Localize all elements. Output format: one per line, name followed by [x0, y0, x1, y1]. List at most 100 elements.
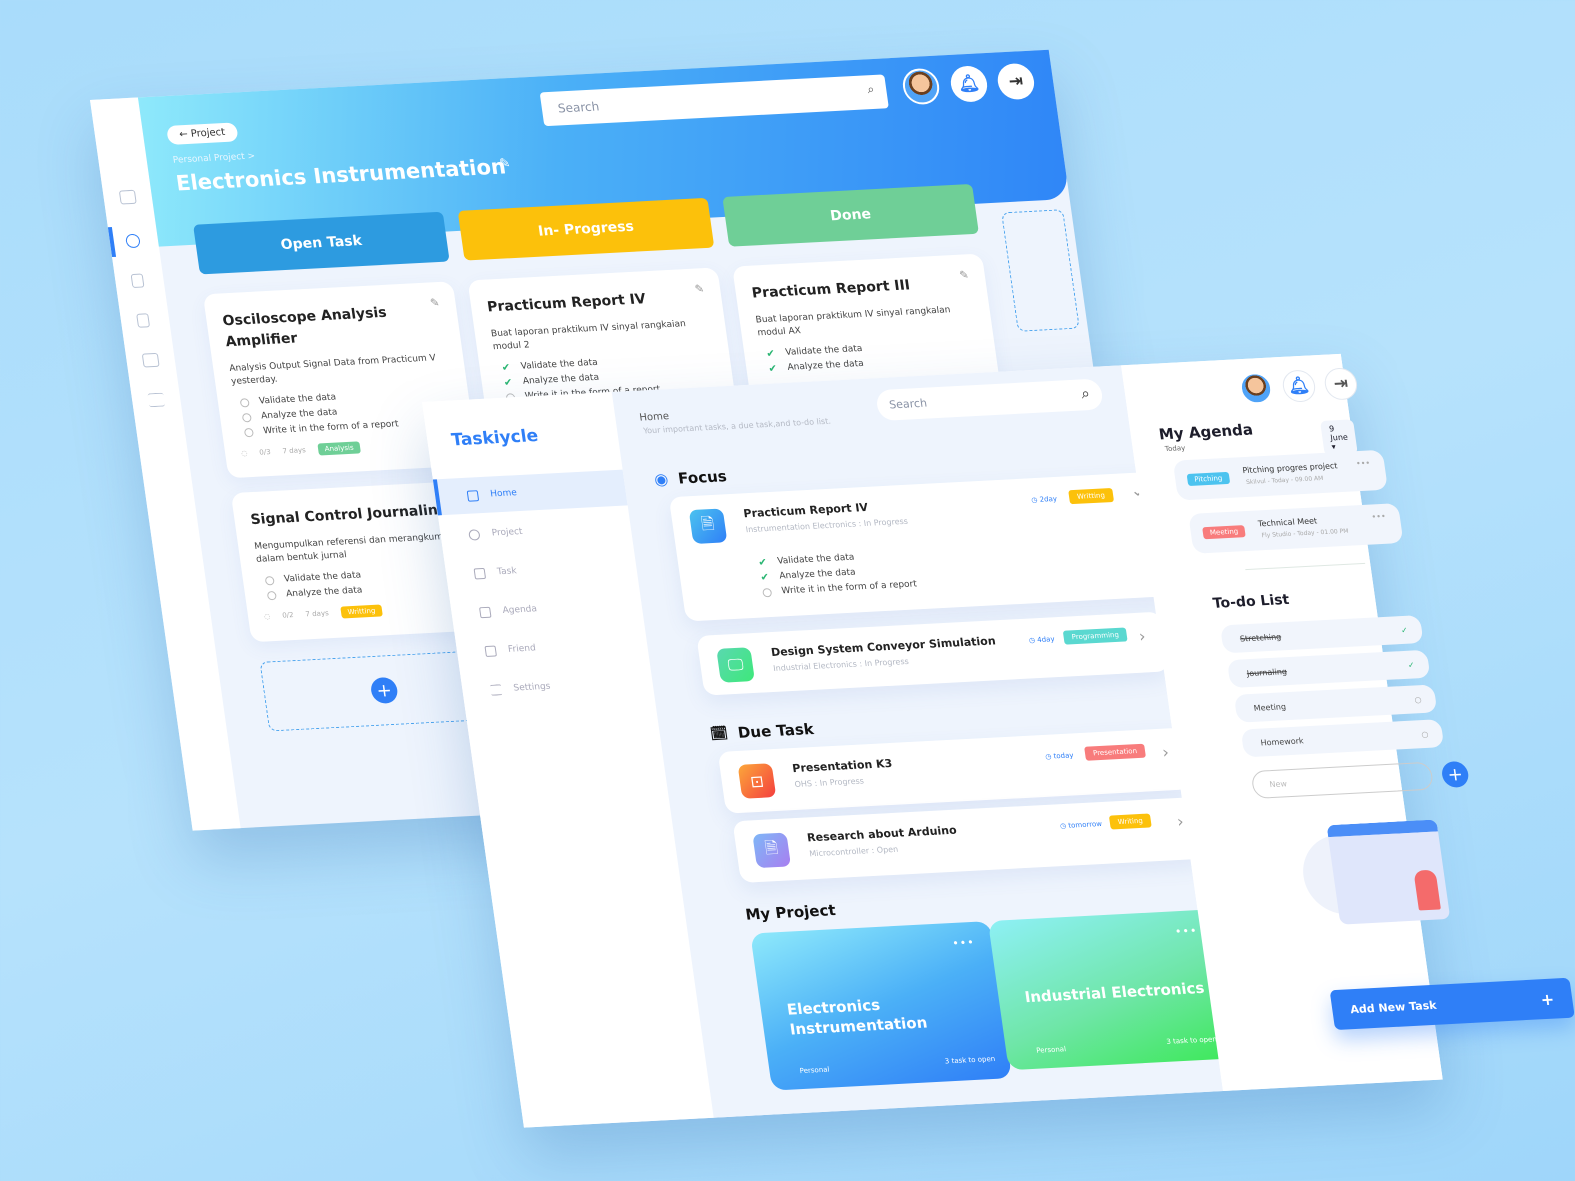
avatar[interactable]: [900, 67, 942, 106]
check-icon: ✓: [1400, 625, 1409, 635]
focus-heading: ◉ Focus: [653, 466, 728, 489]
new-todo-input[interactable]: New: [1250, 761, 1435, 799]
task-title: Presentation K3: [791, 756, 894, 776]
text: 4day: [1036, 635, 1056, 645]
active-indicator: [107, 227, 117, 258]
due-task-card[interactable]: 🗎︎ Research about Arduino Microcontrolle…: [732, 796, 1206, 883]
text: Analyze the data: [786, 359, 865, 374]
project-name: Industrial Electronics: [1023, 978, 1206, 1007]
sidebar-item-agenda[interactable]: Agenda: [449, 586, 644, 632]
plus-icon: +: [1539, 989, 1556, 1009]
todo-item[interactable]: Journaling ✓: [1226, 649, 1431, 689]
back-button[interactable]: ← Project: [166, 122, 239, 145]
text: Journaling: [1246, 666, 1288, 678]
presentation-icon: ⊡: [737, 763, 777, 799]
task-subtitle: OHS : In Progress: [794, 776, 865, 789]
todo-item[interactable]: Homework ○: [1240, 719, 1445, 758]
agenda-item[interactable]: Meeting Technical Meet Fly Studio - Toda…: [1188, 503, 1404, 554]
bell-icon[interactable]: 🔔︎: [1280, 369, 1318, 403]
card-desc: Buat laporan praktikum IV sinyal rangkai…: [490, 319, 687, 352]
todo-item[interactable]: Stretching ✓: [1219, 615, 1424, 654]
text: Add New Task: [1349, 998, 1438, 1016]
checklist: ✔ Validate the data ✔ Analyze the data Wri…: [751, 545, 918, 603]
project-type: Personal: [799, 1065, 831, 1076]
task-title: Research about Arduino: [806, 823, 958, 845]
text: [762, 587, 773, 597]
logout-icon[interactable]: ⇥: [1322, 367, 1360, 401]
text: ✔: [759, 571, 770, 583]
text: [239, 397, 250, 408]
card-title: Practicum Report IV: [486, 291, 647, 316]
search-icon[interactable]: ⌕: [1080, 384, 1091, 402]
tag-badge: Presentation: [1084, 743, 1146, 761]
text: ✔: [767, 363, 778, 375]
project-card[interactable]: ••• Industrial Electronics Personal 3 ta…: [987, 909, 1234, 1071]
search-placeholder: Search: [888, 396, 928, 412]
dashboard-icon[interactable]: [118, 189, 137, 205]
logout-icon[interactable]: ⇥: [995, 62, 1037, 101]
compass-icon: [468, 528, 481, 541]
text: Stretching: [1239, 631, 1282, 643]
due-label: ◷ today: [1044, 751, 1075, 761]
card-title: Osciloscope Analysis Amplifier: [221, 304, 388, 351]
text: ✔: [501, 362, 512, 374]
text: ✔: [503, 377, 514, 389]
text: [243, 427, 254, 438]
text: Friend: [507, 643, 537, 655]
agenda-item[interactable]: Pitching Pitching progres project Skilvu…: [1172, 449, 1388, 501]
focus-task-card[interactable]: 🖵︎ Design System Conveyor Simulation Ind…: [696, 611, 1170, 696]
due-label: ◷ 2day: [1030, 494, 1058, 505]
text: Validate the data: [258, 392, 337, 407]
task-subtitle: Microcontroller : Open: [808, 844, 899, 859]
sidebar-item-home[interactable]: Home: [432, 469, 628, 516]
clipboard-icon[interactable]: [130, 273, 145, 289]
sidebar-item-friend[interactable]: Friend: [455, 625, 650, 671]
sidebar-item-settings[interactable]: Settings: [460, 663, 655, 709]
tag-badge: Analysis: [316, 441, 362, 456]
edit-icon[interactable]: ✎: [694, 282, 705, 295]
edit-icon[interactable]: ✎: [429, 296, 440, 309]
board-search-input[interactable]: Search ⌕: [539, 74, 889, 127]
report-icon: 🗎︎: [688, 508, 728, 544]
focus-task-card[interactable]: 🗎︎ Practicum Report IV Instrumentation E…: [668, 471, 1176, 622]
report-icon: 🗎︎: [752, 832, 792, 869]
agenda-item-title: Technical Meet: [1257, 516, 1318, 529]
add-column-placeholder[interactable]: [1001, 209, 1080, 332]
bell-icon[interactable]: 🔔︎: [948, 65, 990, 103]
friend-icon[interactable]: [141, 352, 160, 368]
edit-icon[interactable]: ✎: [959, 268, 970, 281]
settings-icon[interactable]: [147, 392, 166, 408]
search-input[interactable]: Search ⌕: [875, 378, 1105, 422]
more-icon[interactable]: •••: [951, 936, 975, 950]
clipboard-icon: [473, 567, 487, 579]
add-new-task-button[interactable]: Add New Task +: [1329, 977, 1575, 1031]
edit-title-icon[interactable]: ✎: [498, 156, 511, 171]
text: Agenda: [501, 604, 538, 617]
text: Settings: [512, 681, 552, 694]
avatar[interactable]: [1237, 371, 1275, 406]
agenda-item-title: Pitching progres project: [1241, 461, 1339, 476]
project-card[interactable]: ••• Electronics Instrumentation Personal…: [750, 920, 1012, 1091]
more-icon[interactable]: •••: [1371, 512, 1386, 522]
search-icon[interactable]: ⌕: [866, 82, 875, 97]
todo-item[interactable]: Meeting ○: [1233, 684, 1438, 723]
more-icon[interactable]: •••: [1174, 924, 1198, 938]
add-todo-button[interactable]: +: [1440, 760, 1470, 789]
text: [241, 412, 252, 423]
checklist-item[interactable]: Write it in the form of a report: [762, 579, 918, 597]
more-icon[interactable]: •••: [1355, 458, 1370, 468]
plus-icon[interactable]: +: [369, 676, 400, 705]
sidebar-item-task[interactable]: Task: [444, 547, 639, 593]
chevron-right-icon[interactable]: ›: [1138, 627, 1147, 646]
chevron-right-icon[interactable]: ›: [1161, 742, 1170, 761]
text: [266, 590, 277, 601]
compass-icon[interactable]: [124, 233, 141, 249]
tag-badge: Writting: [339, 604, 384, 619]
agenda-item-meta: Skilvul - Today - 09.00 AM: [1245, 474, 1324, 486]
sidebar-item-project[interactable]: Project: [438, 508, 633, 554]
breadcrumb[interactable]: Personal Project >: [172, 151, 256, 165]
text: Write it in the form of a report: [262, 419, 400, 437]
agenda-icon[interactable]: [136, 313, 151, 328]
project-open-count: 3 task to open: [944, 1054, 996, 1066]
circle-icon: ○: [1413, 694, 1423, 704]
